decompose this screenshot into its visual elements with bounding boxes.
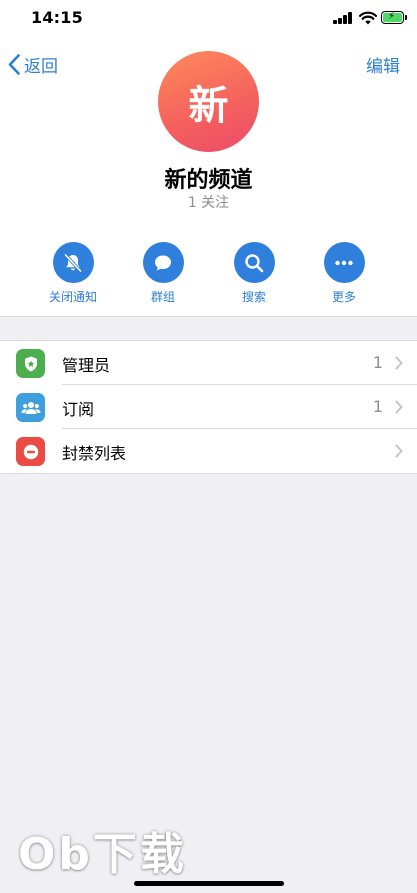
follower-count: 1 关注 [187, 195, 230, 211]
settings-list: 管理员 1 订阅 1 封禁列表 [0, 340, 417, 474]
more-label: 更多 [331, 290, 356, 304]
search-label: 搜索 [241, 290, 266, 304]
chevron-right-icon [395, 400, 403, 414]
profile-header: 14:15 ⚡ 返回 编辑 新 新的频道 1 关注 关闭通知 群组 搜索 更多 [0, 0, 417, 317]
subscribers-count: 1 [372, 397, 383, 416]
more-icon [323, 242, 365, 283]
shield-star-icon [16, 349, 45, 378]
list-item-admins[interactable]: 管理员 1 [0, 341, 417, 385]
status-time: 14:15 [31, 8, 83, 27]
back-button[interactable]: 返回 [8, 51, 58, 77]
people-icon [16, 393, 45, 422]
battery-icon: ⚡ [381, 11, 407, 24]
channel-avatar[interactable]: 新 [158, 51, 259, 152]
search-icon [233, 242, 275, 283]
blocked-label: 封禁列表 [62, 444, 127, 463]
mute-button[interactable]: 关闭通知 [33, 242, 113, 305]
mute-label: 关闭通知 [48, 290, 97, 304]
group-label: 群组 [150, 290, 175, 304]
admins-label: 管理员 [62, 356, 111, 375]
subscribers-label: 订阅 [62, 400, 95, 419]
home-indicator[interactable] [134, 881, 284, 886]
list-item-subscribers[interactable]: 订阅 1 [0, 385, 417, 429]
list-item-blocked[interactable]: 封禁列表 [0, 429, 417, 473]
signal-icon [333, 12, 353, 24]
group-button[interactable]: 群组 [123, 242, 203, 305]
more-button[interactable]: 更多 [304, 242, 384, 305]
chevron-right-icon [395, 356, 403, 370]
edit-button[interactable]: 编辑 [366, 52, 400, 77]
watermark: Ob下载 [18, 829, 187, 880]
block-icon [16, 437, 45, 466]
avatar-initial: 新 [188, 82, 229, 129]
wifi-icon [359, 11, 377, 25]
admins-count: 1 [372, 353, 383, 372]
search-button[interactable]: 搜索 [214, 242, 294, 305]
chat-bubble-icon [142, 242, 184, 283]
back-label: 返回 [24, 56, 58, 77]
channel-name: 新的频道 [164, 168, 253, 193]
bell-muted-icon [52, 242, 94, 283]
chevron-left-icon [8, 53, 20, 75]
chevron-right-icon [395, 444, 403, 458]
